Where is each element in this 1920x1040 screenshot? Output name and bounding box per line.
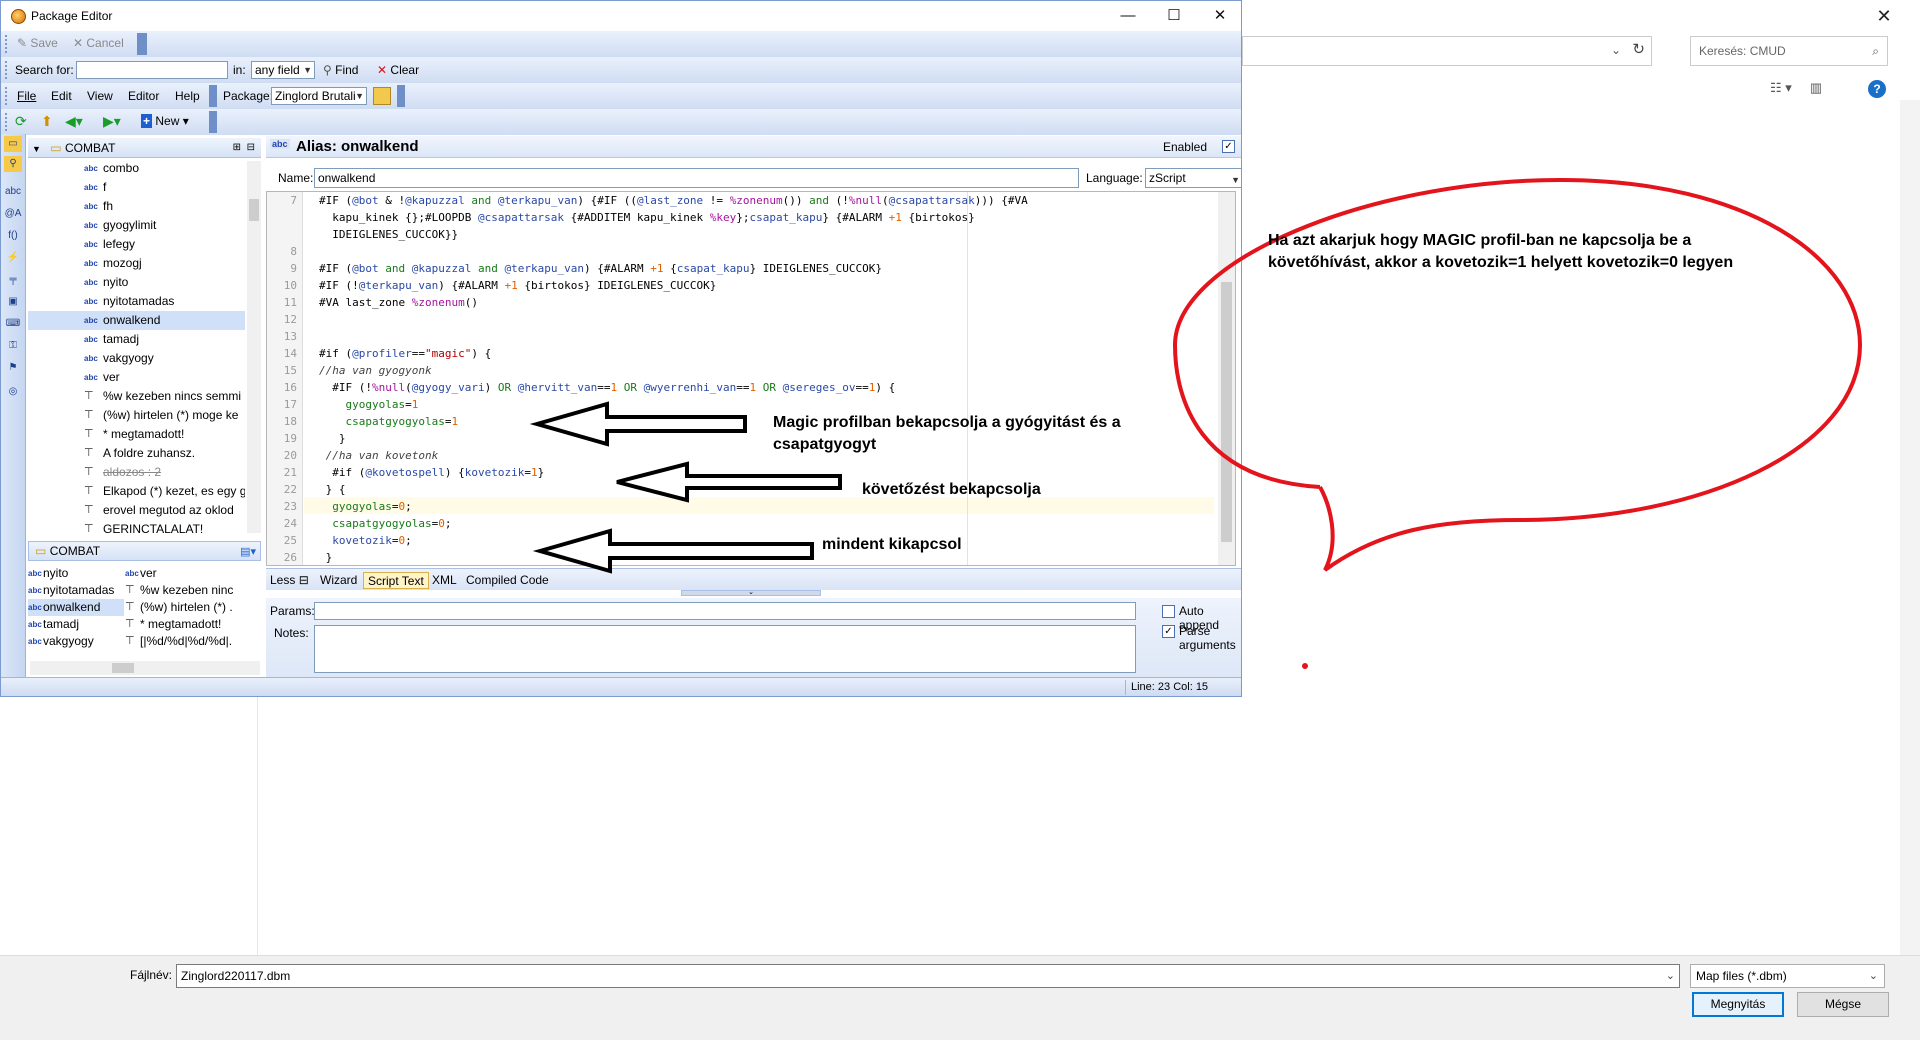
- annotation-arrow: [532, 528, 814, 574]
- annotation-arrow: [529, 401, 747, 447]
- arrow3-text: mindent kikapcsol: [822, 536, 962, 553]
- arrow1-text: Magic profilban bekapcsolja a gyógyitást…: [773, 414, 1121, 453]
- red-dot: [1302, 663, 1308, 669]
- arrow2-text: követőzést bekapcsolja: [862, 481, 1041, 498]
- annotation-overlay: [529, 177, 1863, 669]
- bubble-text: Ha azt akarjuk hogy MAGIC profil-ban ne …: [1268, 232, 1734, 271]
- annotation-arrow: [616, 461, 842, 503]
